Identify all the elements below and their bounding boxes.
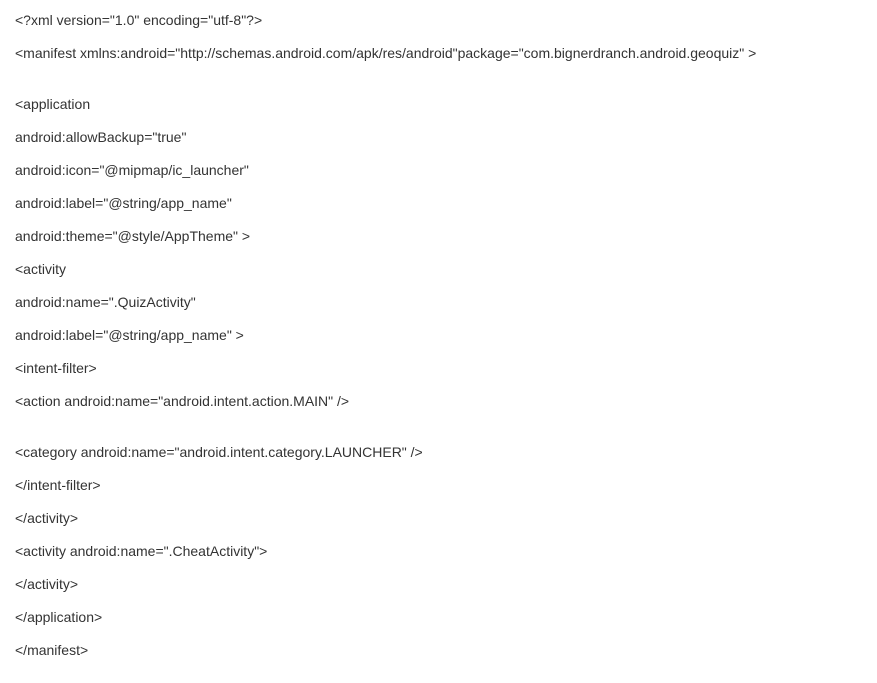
code-line: </intent-filter>: [15, 475, 862, 496]
code-line: <activity: [15, 259, 862, 280]
code-line: <intent-filter>: [15, 358, 862, 379]
code-line: <application: [15, 94, 862, 115]
code-line: android:allowBackup="true": [15, 127, 862, 148]
code-line: <manifest xmlns:android="http://schemas.…: [15, 43, 862, 64]
code-line: </application>: [15, 607, 862, 628]
code-line: </manifest>: [15, 640, 862, 661]
code-line: <category android:name="android.intent.c…: [15, 442, 862, 463]
code-line: </activity>: [15, 508, 862, 529]
code-line: <?xml version="1.0" encoding="utf-8"?>: [15, 10, 862, 31]
code-line: android:theme="@style/AppTheme" >: [15, 226, 862, 247]
code-line: android:label="@string/app_name" >: [15, 325, 862, 346]
code-line: android:name=".QuizActivity": [15, 292, 862, 313]
code-line: android:icon="@mipmap/ic_launcher": [15, 160, 862, 181]
code-line: </activity>: [15, 574, 862, 595]
blank-line: [15, 424, 862, 442]
code-line: android:label="@string/app_name": [15, 193, 862, 214]
code-line: <action android:name="android.intent.act…: [15, 391, 862, 412]
code-line: <activity android:name=".CheatActivity">: [15, 541, 862, 562]
blank-line: [15, 76, 862, 94]
code-block: <?xml version="1.0" encoding="utf-8"?> <…: [15, 10, 862, 661]
